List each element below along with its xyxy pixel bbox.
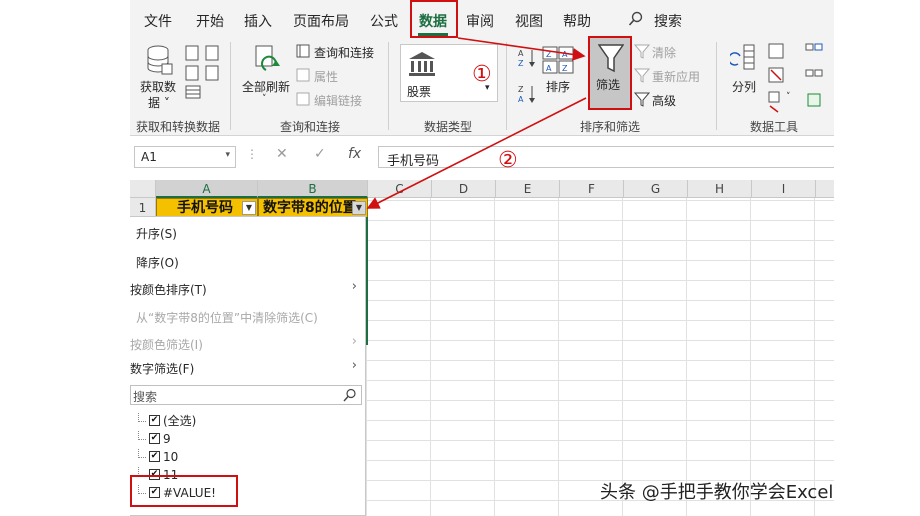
- watermark: 头条 @手把手教你学会Excel: [600, 482, 834, 503]
- arrow-data-to-filter: [457, 37, 586, 61]
- arrow-filter-to-dropdown: [366, 97, 587, 209]
- annotation-arrows: [366, 37, 587, 209]
- screenshot-stage: 文件 开始 插入 页面布局 公式 数据 审阅 视图 帮助 搜索 获取数 据 ˅ …: [0, 0, 920, 516]
